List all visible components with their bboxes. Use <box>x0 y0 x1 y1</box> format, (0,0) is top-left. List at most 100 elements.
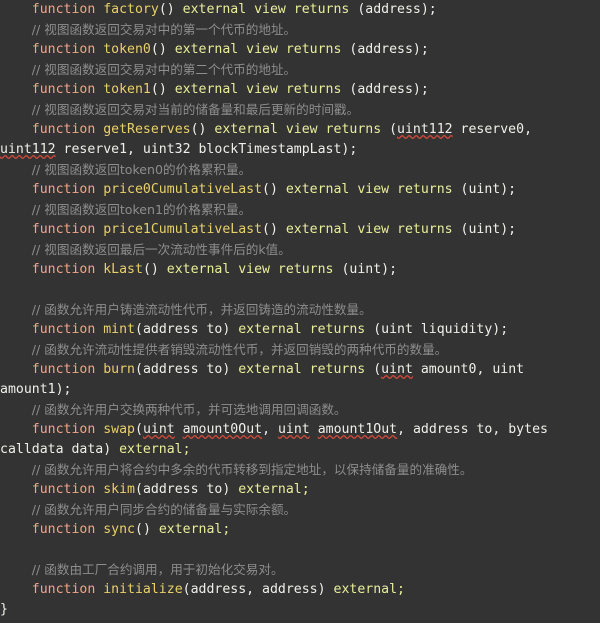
code-text: () <box>150 82 175 97</box>
code-text: ( <box>389 122 398 137</box>
code-text: reserve1, uint32 blockTimestampLast); <box>55 142 358 157</box>
code-keyword: function <box>31 322 104 337</box>
code-line[interactable]: // 视图函数返回token0的价格累积量。 <box>0 160 600 180</box>
code-line[interactable]: function factory() external view returns… <box>0 0 600 20</box>
code-function-name: getReserves <box>103 122 191 137</box>
code-comment: // 视图函数返回交易对中的第一个代币的地址。 <box>31 22 297 37</box>
code-line[interactable]: amount1); <box>0 380 600 400</box>
code-line[interactable]: function token0() external view returns … <box>0 40 600 60</box>
code-line[interactable]: function sync() external; <box>0 520 600 540</box>
code-line-blank[interactable] <box>0 540 600 560</box>
code-line[interactable]: function burn(address to) external retur… <box>0 360 600 380</box>
code-line[interactable]: function kLast() external view returns (… <box>0 260 600 280</box>
code-comment: // 函数允许用户同步合约的储备量与实际余额。 <box>31 502 297 517</box>
code-spellcheck-error: uint <box>277 422 310 437</box>
code-text: (uint); <box>460 182 517 197</box>
code-text: (address); <box>349 82 429 97</box>
code-comment: // 函数允许用户铸造流动性代币，并返回铸造的流动性数量。 <box>31 302 372 317</box>
code-spellcheck-error: amount1Out <box>317 422 398 437</box>
code-content[interactable]: function factory() external view returns… <box>0 0 600 620</box>
code-spellcheck-error: uint <box>381 362 413 377</box>
code-line[interactable]: function price0CumulativeLast() external… <box>0 180 600 200</box>
code-text: (address, address) <box>182 582 334 597</box>
code-function-name: skim <box>103 482 135 497</box>
code-line[interactable]: // 函数允许用户将合约中多余的代币转移到指定地址，以保持储备量的准确性。 <box>0 460 600 480</box>
code-comment: // 函数允许用户交换两种代币，并可选地调用回调函数。 <box>31 402 347 417</box>
code-function-name: factory <box>103 2 159 17</box>
code-line[interactable]: // 视图函数返回交易对中的第二个代币的地址。 <box>0 60 600 80</box>
code-text: (address); <box>357 2 437 17</box>
code-text: , address to, bytes <box>397 422 548 437</box>
code-keyword: function <box>31 122 104 137</box>
code-text: ( <box>135 422 143 437</box>
code-line[interactable]: function token1() external view returns … <box>0 80 600 100</box>
code-text: (address); <box>349 42 429 57</box>
code-line[interactable]: function swap(uint amount0Out, uint amou… <box>0 420 600 440</box>
code-text: calldata data) <box>0 442 120 457</box>
code-function-name: price1CumulativeLast <box>103 222 263 237</box>
code-text: (uint); <box>460 222 517 237</box>
code-editor[interactable]: function factory() external view returns… <box>0 0 600 623</box>
code-line[interactable]: // 函数允许用户同步合约的储备量与实际余额。 <box>0 500 600 520</box>
code-modifier: external; <box>158 522 231 537</box>
code-text: (uint); <box>341 262 398 277</box>
code-line[interactable]: // 视图函数返回token1的价格累积量。 <box>0 200 600 220</box>
code-keyword: function <box>31 582 104 597</box>
code-line[interactable]: function mint(address to) external retur… <box>0 320 600 340</box>
code-modifier: external; <box>119 442 191 457</box>
code-line[interactable]: // 视图函数返回最后一次流动性事件后的k值。 <box>0 240 600 260</box>
code-comment: // 视图函数返回交易对中的第二个代币的地址。 <box>31 62 297 77</box>
code-keyword: function <box>31 2 104 17</box>
code-modifier: external view returns <box>166 262 342 277</box>
code-keyword: function <box>31 422 104 437</box>
code-spellcheck-error: amount0Out <box>182 422 263 437</box>
code-line[interactable]: function initialize(address, address) ex… <box>0 580 600 600</box>
code-line[interactable]: uint112 reserve1, uint32 blockTimestampL… <box>0 140 600 160</box>
code-line-blank[interactable] <box>0 280 600 300</box>
code-text: reserve0, <box>452 122 533 137</box>
code-keyword: function <box>31 522 104 537</box>
code-line[interactable]: // 函数允许流动性提供者销毁流动性代币，并返回销毁的两种代币的数量。 <box>0 340 600 360</box>
code-line[interactable]: function skim(address to) external; <box>0 480 600 500</box>
code-comment: // 函数允许流动性提供者销毁流动性代币，并返回销毁的两种代币的数量。 <box>31 342 448 357</box>
code-text: () <box>158 2 183 17</box>
code-line[interactable]: // 函数由工厂合约调用，用于初始化交易对。 <box>0 560 600 580</box>
code-keyword: function <box>31 362 104 377</box>
code-text: amount0, uint <box>412 362 525 377</box>
code-function-name: swap <box>103 422 135 437</box>
code-text: (address to) <box>135 362 239 377</box>
code-line[interactable]: // 视图函数返回交易对中的第一个代币的地址。 <box>0 20 600 40</box>
code-modifier: external returns <box>238 322 374 337</box>
code-text: () <box>150 42 175 57</box>
code-line[interactable]: function price1CumulativeLast() external… <box>0 220 600 240</box>
code-modifier: external view returns <box>285 222 461 237</box>
code-comment: // 视图函数返回最后一次流动性事件后的k值。 <box>31 242 291 257</box>
code-line[interactable]: // 函数允许用户交换两种代币，并可选地调用回调函数。 <box>0 400 600 420</box>
code-function-name: price0CumulativeLast <box>103 182 263 197</box>
code-text: () <box>262 222 286 237</box>
code-keyword: function <box>31 82 104 97</box>
code-line[interactable]: calldata data) external; <box>0 440 600 460</box>
code-line[interactable]: // 函数允许用户铸造流动性代币，并返回铸造的流动性数量。 <box>0 300 600 320</box>
code-text: () <box>142 262 167 277</box>
code-modifier: external; <box>333 582 405 597</box>
code-comment: // 函数由工厂合约调用，用于初始化交易对。 <box>31 562 284 577</box>
code-line[interactable]: } <box>0 600 600 620</box>
code-line[interactable]: // 视图函数返回交易对当前的储备量和最后更新的时间戳。 <box>0 100 600 120</box>
code-function-name: token0 <box>103 42 151 57</box>
code-line[interactable]: function getReserves() external view ret… <box>0 120 600 140</box>
